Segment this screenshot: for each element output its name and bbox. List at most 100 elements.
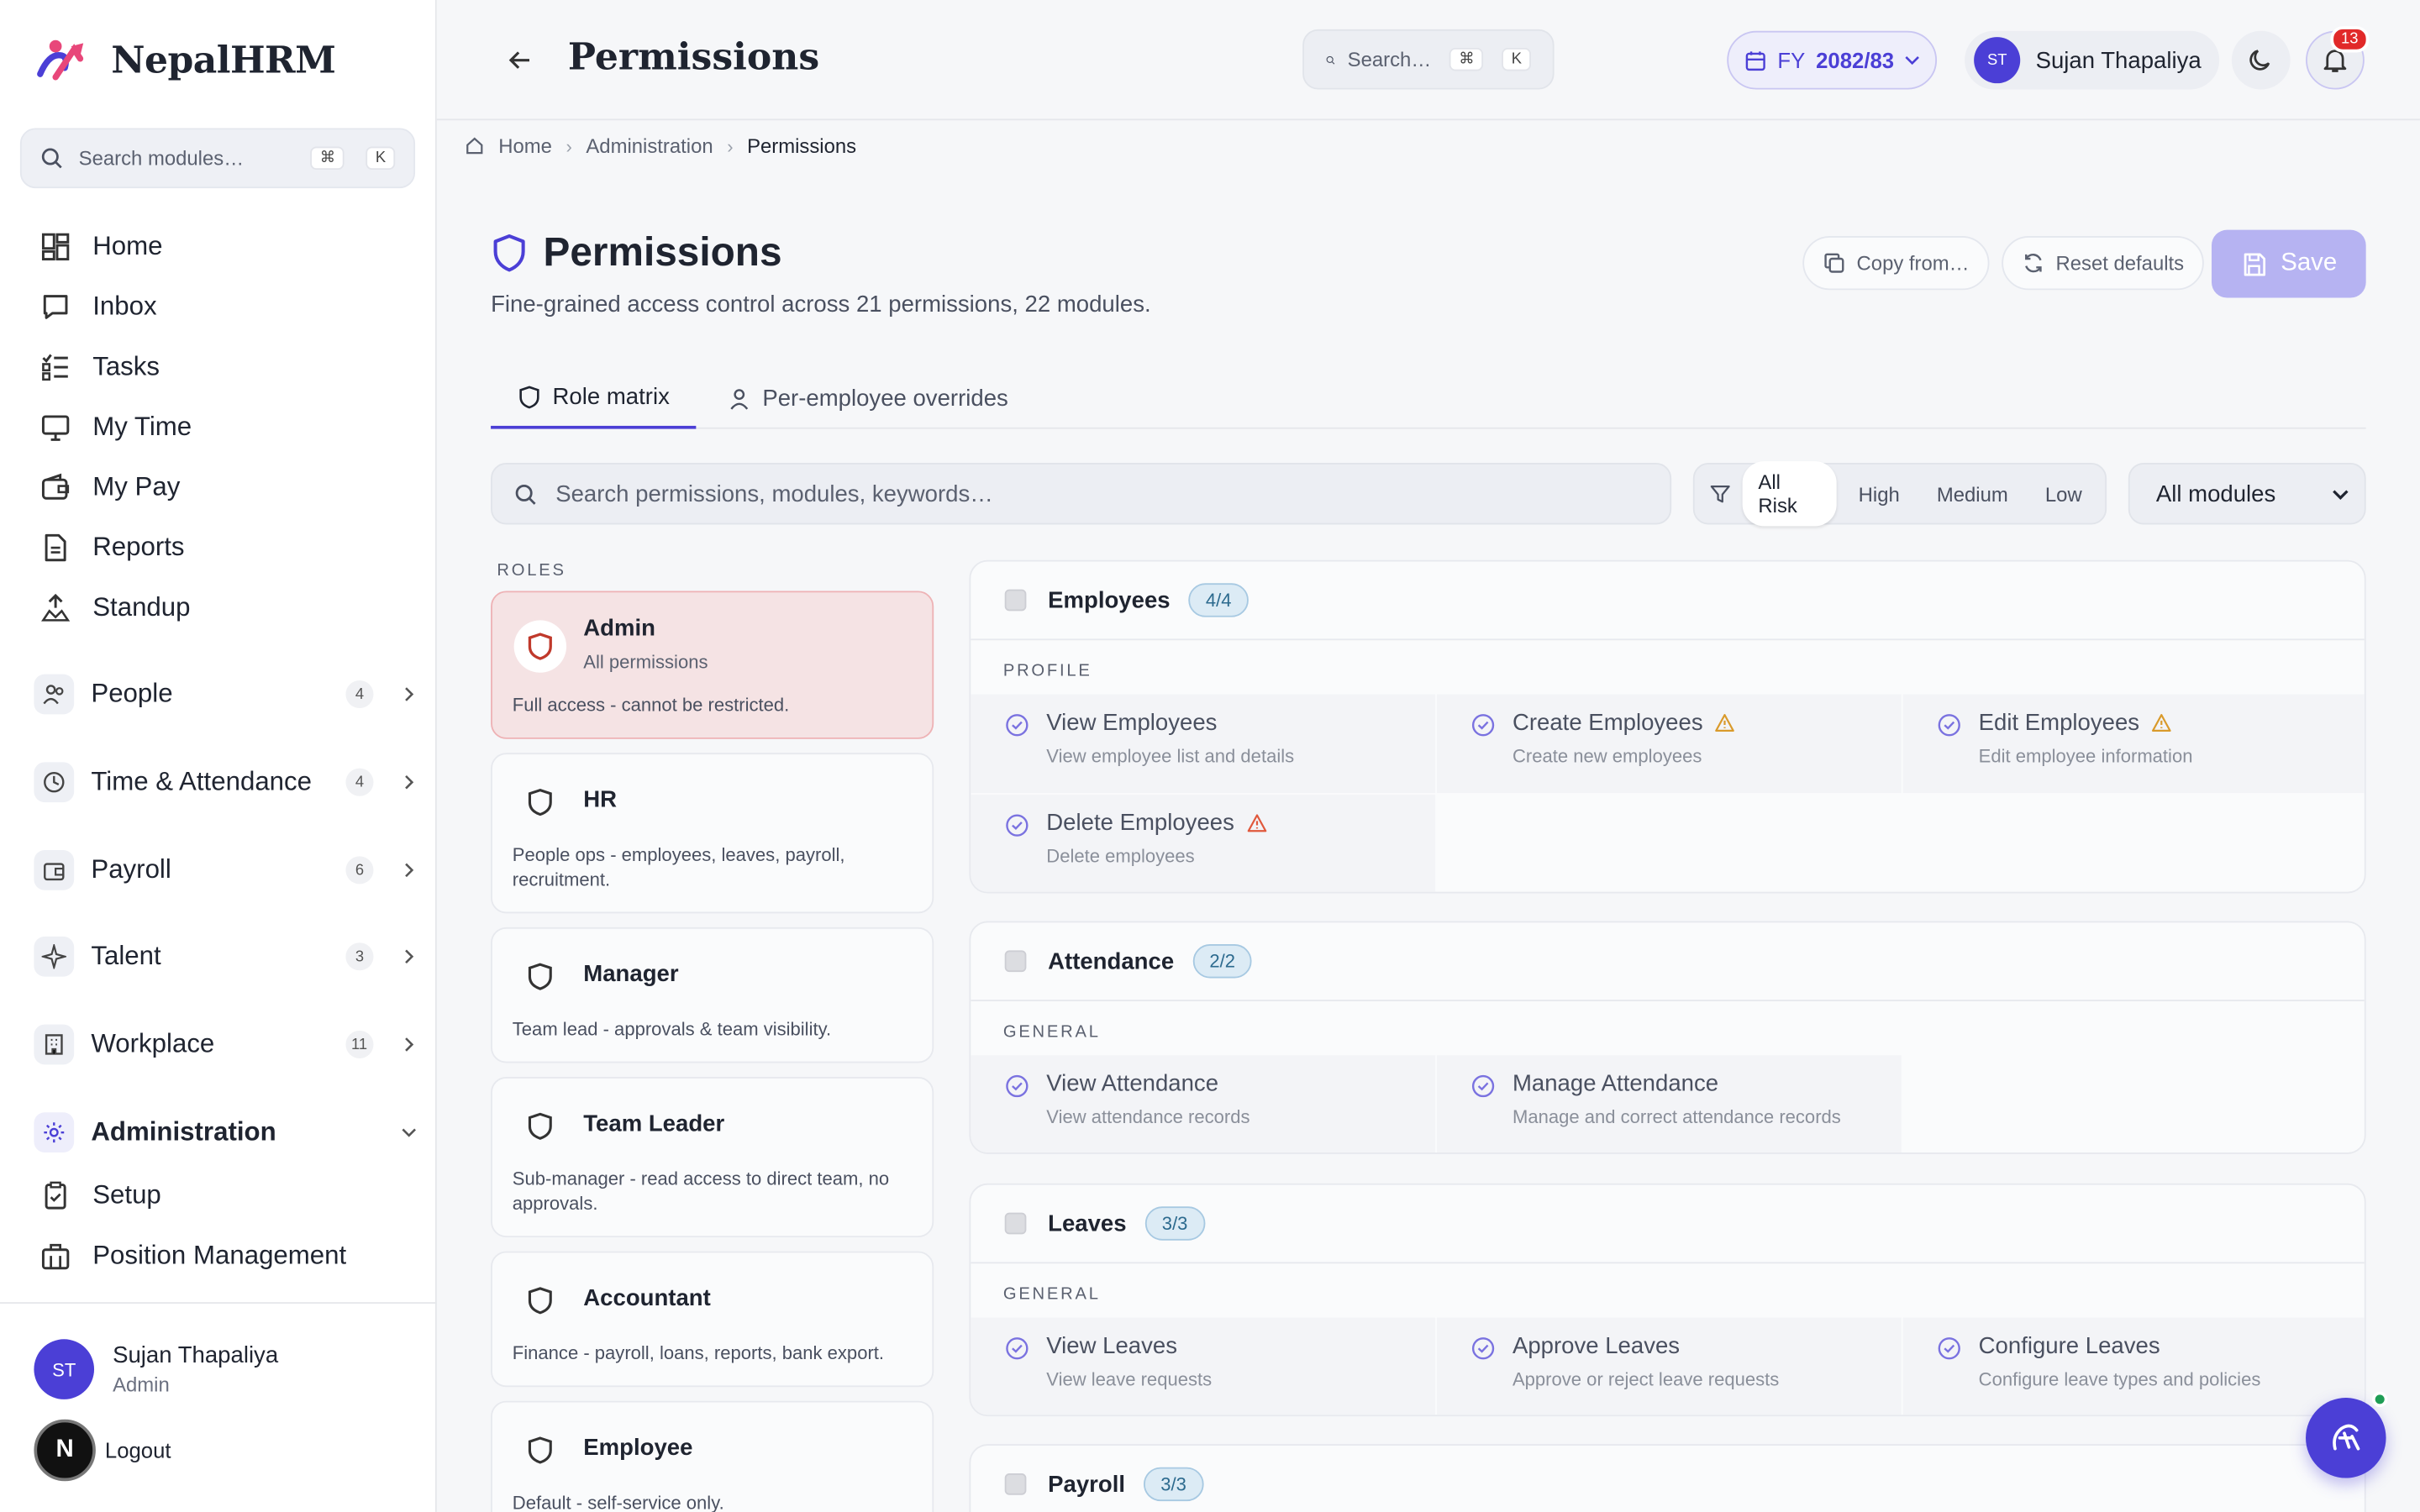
- admin-subnav: Setup Position Management: [34, 1165, 417, 1285]
- permission-title: Edit Employees: [1978, 709, 2140, 737]
- module-checkbox[interactable]: [1004, 589, 1027, 612]
- sidebar-group-people[interactable]: People 4: [34, 664, 417, 725]
- role-card-manager[interactable]: Manager Team lead - approvals & team vis…: [491, 927, 934, 1063]
- topbar: Permissions Search… ⌘ K FY 2082/83 ST Suja…: [436, 0, 2420, 121]
- reset-defaults-button[interactable]: Reset defaults: [2002, 236, 2205, 291]
- tab-per-employee-overrides[interactable]: Per-employee overrides: [729, 367, 1008, 428]
- sidebar-group-payroll[interactable]: Payroll 6: [34, 839, 417, 900]
- sidebar-item-label: My Time: [92, 411, 192, 441]
- risk-all[interactable]: All Risk: [1743, 461, 1837, 527]
- role-card-accountant[interactable]: Accountant Finance - payroll, loans, rep…: [491, 1251, 934, 1388]
- permission-configure-leaves[interactable]: Configure Leaves Configure leave types a…: [1902, 1317, 2365, 1415]
- check-circle-icon: [1471, 714, 1495, 737]
- sidebar-search-input[interactable]: Search modules… ⌘ K: [19, 128, 416, 189]
- role-name: Team Leader: [583, 1110, 725, 1137]
- role-name: Admin: [583, 615, 655, 643]
- copy-from-button[interactable]: Copy from…: [1802, 236, 1990, 291]
- warning-icon: [1247, 814, 1266, 832]
- tab-label: Role matrix: [552, 383, 670, 410]
- sidebar-item-position-management[interactable]: Position Management: [34, 1225, 417, 1285]
- theme-toggle[interactable]: [2231, 30, 2291, 90]
- permission-delete-employees[interactable]: Delete Employees Delete employees: [971, 794, 1436, 892]
- notifications-button[interactable]: 13: [2306, 26, 2370, 90]
- module-count-badge: 3/3: [1144, 1467, 1204, 1502]
- sidebar-item-inbox[interactable]: Inbox: [34, 276, 417, 337]
- save-button[interactable]: Save: [2211, 229, 2366, 298]
- sidebar-divider: [0, 1302, 437, 1305]
- role-card-hr[interactable]: HR People ops - employees, leaves, payro…: [491, 753, 934, 914]
- sidebar-group-administration[interactable]: Administration: [34, 1101, 417, 1163]
- sidebar-user[interactable]: ST Sujan Thapaliya Admin: [34, 1339, 278, 1399]
- permission-title: Create Employees: [1512, 709, 1703, 737]
- tab-role-matrix[interactable]: Role matrix: [491, 367, 697, 429]
- sidebar-group-talent[interactable]: Talent 3: [34, 926, 417, 987]
- module-section-label: PROFILE: [1002, 661, 1092, 680]
- sidebar-item-home[interactable]: Home: [34, 216, 417, 276]
- sidebar-group-workplace[interactable]: Workplace 11: [34, 1014, 417, 1075]
- sidebar-item-my-time[interactable]: My Time: [34, 396, 417, 457]
- breadcrumb-section[interactable]: Administration: [586, 134, 713, 158]
- module-name: Leaves: [1048, 1210, 1127, 1237]
- module-checkbox[interactable]: [1004, 1473, 1027, 1495]
- sidebar-item-label: Home: [92, 230, 163, 260]
- permission-desc: Manage and correct attendance records: [1512, 1105, 1841, 1128]
- user-icon: [730, 388, 749, 409]
- brand[interactable]: NepalHRM: [34, 34, 336, 83]
- role-name: Manager: [583, 961, 679, 988]
- sidebar-nav: Home Inbox Tasks My Time My Pay Reports …: [34, 216, 417, 637]
- permission-search-input[interactable]: Search permissions, modules, keywords…: [491, 463, 1672, 525]
- chevron-right-icon: [405, 687, 414, 701]
- risk-high[interactable]: High: [1843, 473, 1915, 515]
- fiscal-year-select[interactable]: FY 2082/83: [1727, 30, 1938, 90]
- permission-view-leaves[interactable]: View Leaves View leave requests: [971, 1317, 1436, 1415]
- breadcrumb-home[interactable]: Home: [498, 134, 552, 158]
- sidebar-item-label: Reports: [92, 531, 185, 561]
- sidebar-item-setup[interactable]: Setup: [34, 1165, 417, 1226]
- filter-icon: [1710, 485, 1730, 503]
- risk-low[interactable]: Low: [2030, 473, 2098, 515]
- sidebar-item-tasks[interactable]: Tasks: [34, 336, 417, 396]
- page-heading: Permissions: [491, 228, 782, 276]
- module-count-badge: 4/4: [1188, 583, 1249, 617]
- sidebar-group-time-attendance[interactable]: Time & Attendance 4: [34, 751, 417, 812]
- role-card-employee[interactable]: Employee Default - self-service only.: [491, 1400, 934, 1512]
- permission-view-employees[interactable]: View Employees View employee list and de…: [971, 694, 1436, 794]
- permission-title: Configure Leaves: [1978, 1332, 2160, 1360]
- back-arrow-icon[interactable]: [505, 45, 536, 76]
- permission-view-attendance[interactable]: View Attendance View attendance records: [971, 1055, 1436, 1153]
- risk-medium[interactable]: Medium: [1921, 473, 2023, 515]
- global-search-input[interactable]: Search… ⌘ K: [1302, 29, 1555, 90]
- user-menu[interactable]: ST Sujan Thapaliya: [1965, 30, 2220, 90]
- permission-desc: View employee list and details: [1046, 745, 1295, 767]
- sidebar-item-label: Setup: [92, 1179, 161, 1210]
- sidebar-item-standup[interactable]: Standup: [34, 577, 417, 638]
- permission-edit-employees[interactable]: Edit Employees Edit employee information: [1902, 694, 2365, 794]
- permission-manage-attendance[interactable]: Manage Attendance Manage and correct att…: [1436, 1055, 1902, 1153]
- role-card-admin[interactable]: Admin All permissions Full access - cann…: [491, 591, 934, 739]
- logout-button[interactable]: N Logout: [34, 1419, 171, 1482]
- search-icon: [515, 484, 536, 504]
- shield-icon: [513, 620, 567, 673]
- n-badge[interactable]: N: [34, 1419, 96, 1482]
- module-checkbox[interactable]: [1004, 950, 1027, 973]
- module-select[interactable]: All modules: [2128, 463, 2366, 525]
- search-icon: [1326, 55, 1335, 64]
- copy-icon: [1824, 253, 1844, 273]
- role-name: Employee: [583, 1435, 693, 1462]
- check-circle-icon: [1938, 1337, 1960, 1360]
- assistant-button[interactable]: [2306, 1391, 2388, 1478]
- module-name: Attendance: [1048, 948, 1175, 974]
- permission-create-employees[interactable]: Create Employees Create new employees: [1436, 694, 1902, 794]
- sidebar-item-reports[interactable]: Reports: [34, 517, 417, 577]
- module-checkbox[interactable]: [1004, 1212, 1027, 1235]
- chevron-right-icon: [405, 863, 414, 878]
- tabs: Role matrix Per-employee overrides: [491, 367, 2366, 429]
- monitor-icon: [41, 414, 70, 441]
- module-card-attendance: Attendance 2/2 GENERAL View Attendance V…: [969, 921, 2366, 1154]
- check-circle-icon: [1006, 1337, 1028, 1360]
- permission-approve-leaves[interactable]: Approve Leaves Approve or reject leave r…: [1436, 1317, 1902, 1415]
- module-count-badge: 3/3: [1144, 1206, 1205, 1241]
- sidebar-item-my-pay[interactable]: My Pay: [34, 457, 417, 517]
- module-header: Leaves 3/3: [971, 1185, 2365, 1264]
- role-card-team-leader[interactable]: Team Leader Sub-manager - read access to…: [491, 1077, 934, 1238]
